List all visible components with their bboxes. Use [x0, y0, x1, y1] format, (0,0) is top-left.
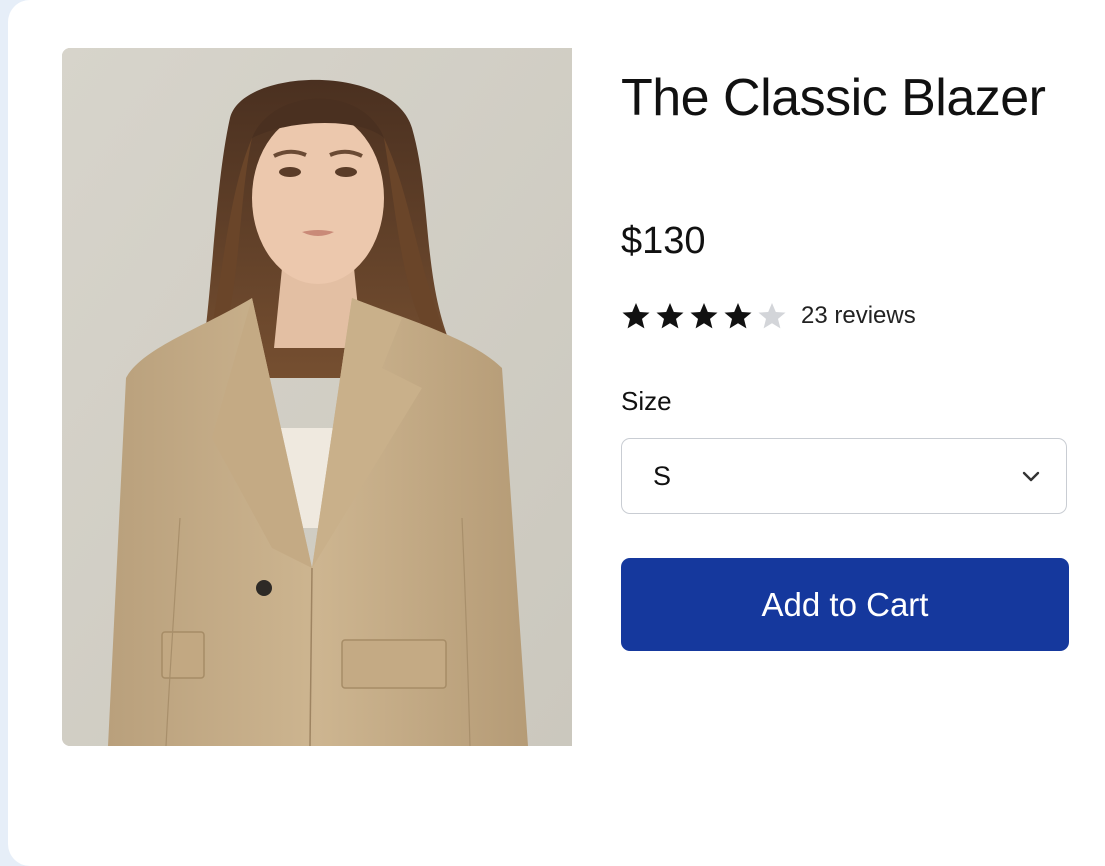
star-filled-icon	[655, 301, 685, 331]
reviews-link[interactable]: 23 reviews	[801, 302, 916, 330]
size-label: Size	[621, 386, 672, 416]
add-to-cart-button[interactable]: Add to Cart	[621, 558, 1069, 651]
chevron-down-icon	[1020, 465, 1042, 487]
product-image[interactable]	[62, 48, 572, 746]
rating: 23 reviews	[621, 296, 916, 336]
star-filled-icon	[689, 301, 719, 331]
product-title: The Classic Blazer	[621, 69, 1046, 127]
star-filled-icon	[621, 301, 651, 331]
size-selected-value: S	[653, 460, 672, 491]
star-rating	[621, 301, 791, 331]
star-empty-icon	[757, 301, 787, 331]
star-filled-icon	[723, 301, 753, 331]
model-photo	[62, 48, 572, 746]
product-price: $130	[621, 220, 706, 262]
size-select[interactable]: S	[621, 438, 1067, 514]
product-card: The Classic Blazer $130 23 reviews Size …	[8, 0, 1105, 866]
